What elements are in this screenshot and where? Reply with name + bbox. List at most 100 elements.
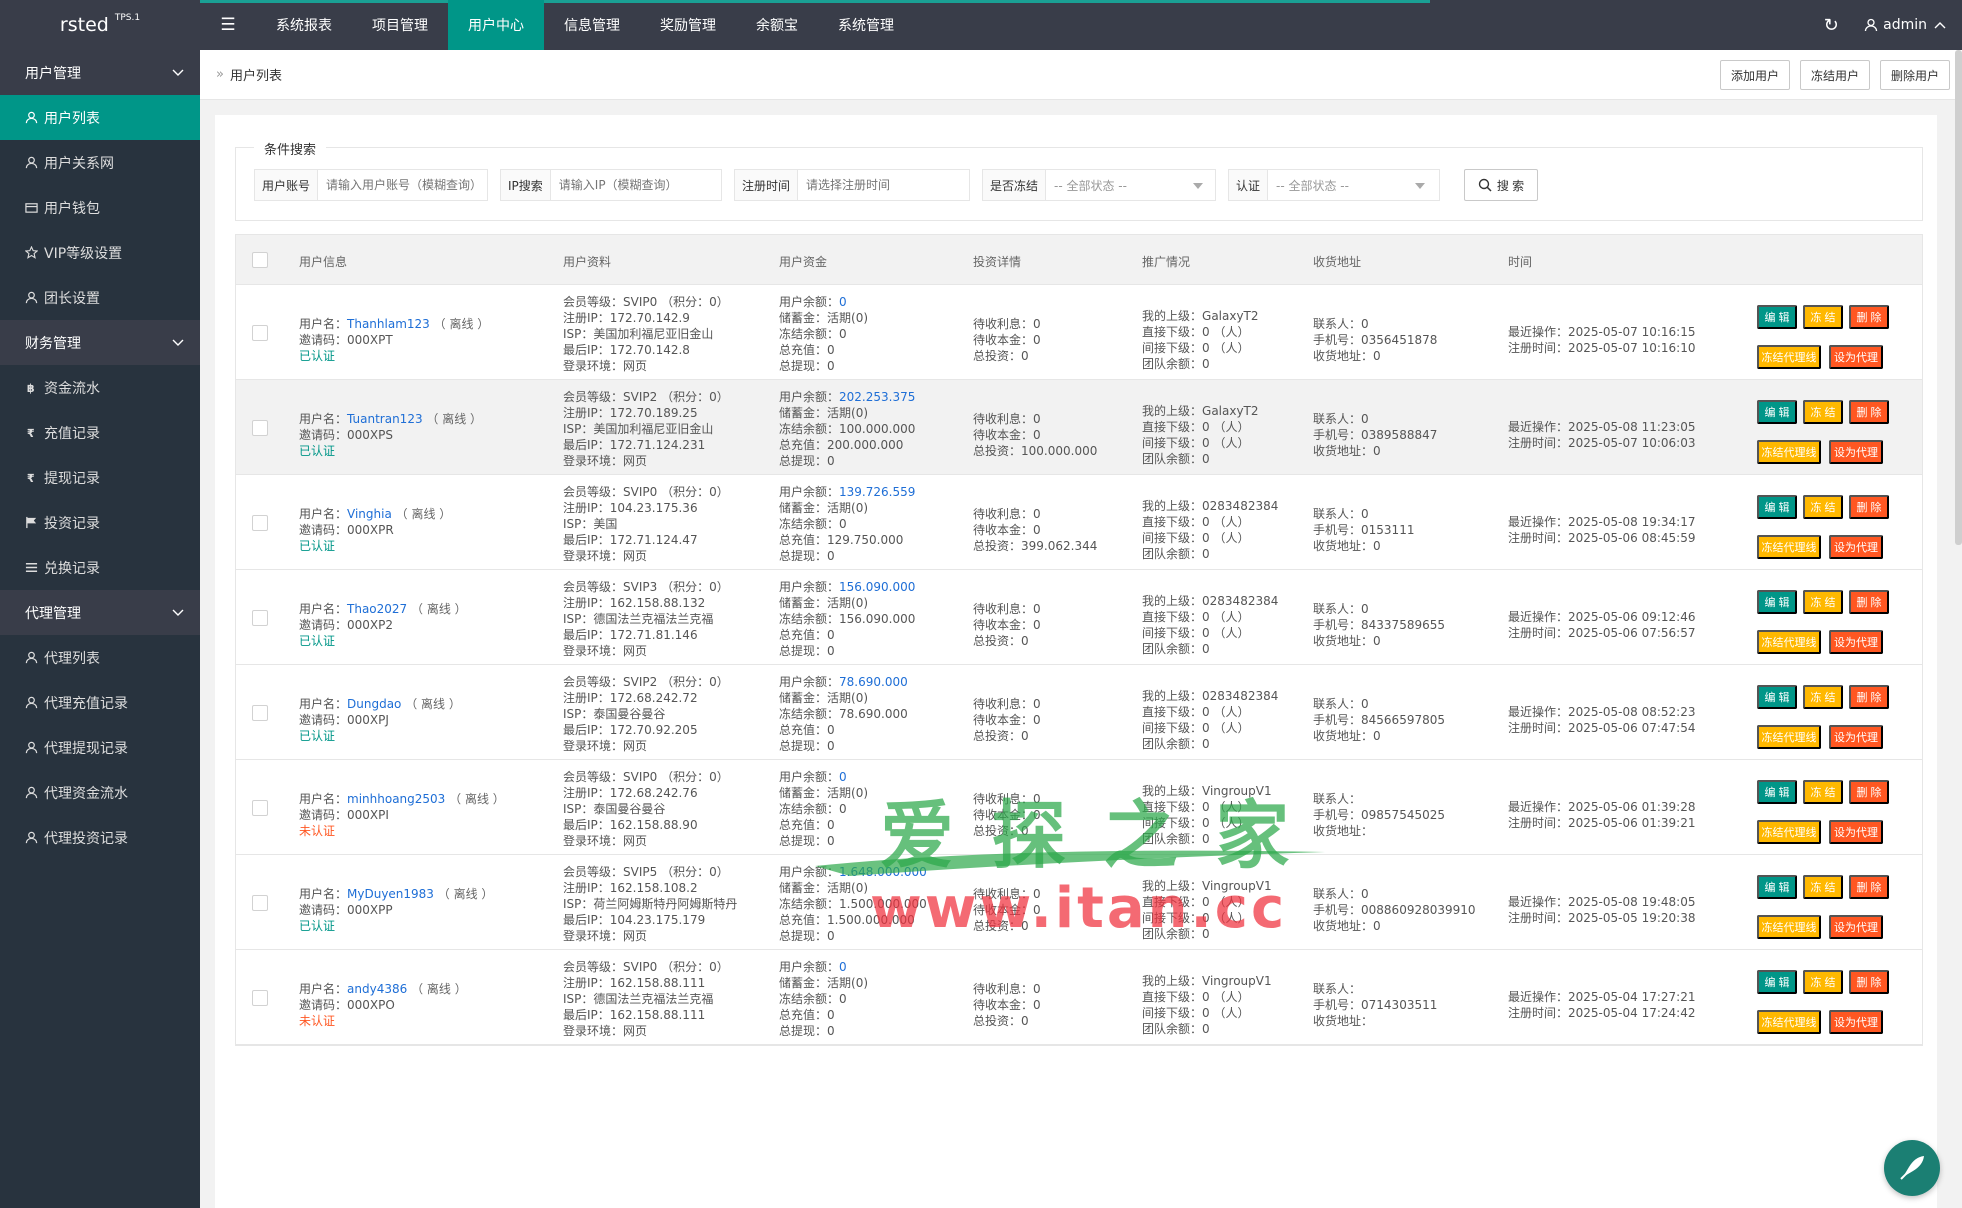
delete-button[interactable]: 删 除 xyxy=(1849,970,1889,994)
field-line: 待收利息：0 xyxy=(973,696,1041,712)
sidebar-item[interactable]: 代理列表 xyxy=(0,635,200,680)
set-agent-button[interactable]: 设为代理 xyxy=(1829,440,1883,464)
sidebar-item[interactable]: 团长设置 xyxy=(0,275,200,320)
add-user-button[interactable]: 添加用户 xyxy=(1719,60,1790,90)
edit-button[interactable]: 编 辑 xyxy=(1757,305,1797,329)
username-link[interactable]: Thao2027 xyxy=(347,602,407,616)
freeze-button[interactable]: 冻 结 xyxy=(1803,305,1843,329)
row-checkbox[interactable] xyxy=(252,800,268,816)
sidebar-item[interactable]: ₹ 提现记录 xyxy=(0,455,200,500)
username-link[interactable]: Thanhlam123 xyxy=(347,317,430,331)
edit-button[interactable]: 编 辑 xyxy=(1757,970,1797,994)
row-checkbox[interactable] xyxy=(252,610,268,626)
delete-button[interactable]: 删 除 xyxy=(1849,685,1889,709)
freeze-button[interactable]: 冻 结 xyxy=(1803,495,1843,519)
freeze-user-button[interactable]: 冻结用户 xyxy=(1799,60,1870,90)
username-link[interactable]: andy4386 xyxy=(347,982,407,996)
delete-button[interactable]: 删 除 xyxy=(1849,590,1889,614)
row-checkbox[interactable] xyxy=(252,705,268,721)
freeze-agent-line-button[interactable]: 冻结代理线 xyxy=(1757,535,1821,559)
admin-menu[interactable]: admin xyxy=(1856,0,1962,50)
freeze-button[interactable]: 冻 结 xyxy=(1803,970,1843,994)
freeze-agent-line-button[interactable]: 冻结代理线 xyxy=(1757,915,1821,939)
sidebar-item[interactable]: 代理资金流水 xyxy=(0,770,200,815)
freeze-agent-line-button[interactable]: 冻结代理线 xyxy=(1757,630,1821,654)
delete-button[interactable]: 删 除 xyxy=(1849,305,1889,329)
sidebar-item[interactable]: 代理充值记录 xyxy=(0,680,200,725)
delete-user-button[interactable]: 删除用户 xyxy=(1879,60,1950,90)
row-checkbox[interactable] xyxy=(252,325,268,341)
sidebar-item[interactable]: 代理投资记录 xyxy=(0,815,200,860)
set-agent-button[interactable]: 设为代理 xyxy=(1829,1010,1883,1034)
sidebar-item[interactable]: 代理提现记录 xyxy=(0,725,200,770)
edit-button[interactable]: 编 辑 xyxy=(1757,875,1797,899)
edit-button[interactable]: 编 辑 xyxy=(1757,400,1797,424)
top-nav-item[interactable]: 用户中心 xyxy=(448,0,544,50)
frozen-select[interactable]: -- 全部状态 -- xyxy=(1046,170,1213,200)
sidebar-item[interactable]: 用户列表 xyxy=(0,95,200,140)
delete-button[interactable]: 删 除 xyxy=(1849,780,1889,804)
field-value: 000XPO xyxy=(347,998,395,1012)
set-agent-button[interactable]: 设为代理 xyxy=(1829,915,1883,939)
freeze-button[interactable]: 冻 结 xyxy=(1803,780,1843,804)
edit-button[interactable]: 编 辑 xyxy=(1757,685,1797,709)
set-agent-button[interactable]: 设为代理 xyxy=(1829,345,1883,369)
refresh-icon[interactable]: ↻ xyxy=(1806,0,1856,50)
freeze-button[interactable]: 冻 结 xyxy=(1803,590,1843,614)
top-nav-item[interactable]: 项目管理 xyxy=(352,0,448,50)
freeze-agent-line-button[interactable]: 冻结代理线 xyxy=(1757,725,1821,749)
top-nav-item[interactable]: 奖励管理 xyxy=(640,0,736,50)
freeze-agent-line-button[interactable]: 冻结代理线 xyxy=(1757,820,1821,844)
freeze-button[interactable]: 冻 结 xyxy=(1803,400,1843,424)
freeze-agent-line-button[interactable]: 冻结代理线 xyxy=(1757,440,1821,464)
username-link[interactable]: Dungdao xyxy=(347,697,401,711)
search-button[interactable]: 搜 索 xyxy=(1464,169,1538,201)
freeze-button[interactable]: 冻 结 xyxy=(1803,685,1843,709)
select-all-checkbox[interactable] xyxy=(252,252,268,268)
sidebar-item[interactable]: ฿ 资金流水 xyxy=(0,365,200,410)
sidebar-item[interactable]: ₹ 充值记录 xyxy=(0,410,200,455)
freeze-agent-line-button[interactable]: 冻结代理线 xyxy=(1757,345,1821,369)
field-label: 登录环境： xyxy=(563,929,624,943)
scrollbar-thumb[interactable] xyxy=(1955,50,1962,545)
top-nav-item[interactable]: 系统报表 xyxy=(256,0,352,50)
edit-button[interactable]: 编 辑 xyxy=(1757,590,1797,614)
row-checkbox[interactable] xyxy=(252,515,268,531)
sidebar-group[interactable]: 代理管理 xyxy=(0,590,200,635)
delete-button[interactable]: 删 除 xyxy=(1849,495,1889,519)
sidebar-item[interactable]: 兑换记录 xyxy=(0,545,200,590)
sidebar-item[interactable]: VIP等级设置 xyxy=(0,230,200,275)
delete-button[interactable]: 删 除 xyxy=(1849,400,1889,424)
set-agent-button[interactable]: 设为代理 xyxy=(1829,535,1883,559)
username-link[interactable]: Tuantran123 xyxy=(347,412,423,426)
username-link[interactable]: MyDuyen1983 xyxy=(347,887,434,901)
sidebar-group[interactable]: 用户管理 xyxy=(0,50,200,95)
sidebar-item[interactable]: 用户关系网 xyxy=(0,140,200,185)
field-label: 邀请码： xyxy=(299,713,348,727)
row-checkbox[interactable] xyxy=(252,420,268,436)
row-checkbox[interactable] xyxy=(252,990,268,1006)
row-checkbox[interactable] xyxy=(252,895,268,911)
menu-toggle-icon[interactable]: ☰ xyxy=(200,0,256,50)
account-input[interactable] xyxy=(318,170,483,200)
floating-action-button[interactable] xyxy=(1884,1140,1940,1196)
username-link[interactable]: minhhoang2503 xyxy=(347,792,445,806)
top-nav-item[interactable]: 系统管理 xyxy=(818,0,914,50)
edit-button[interactable]: 编 辑 xyxy=(1757,495,1797,519)
regtime-input[interactable] xyxy=(798,170,963,200)
top-nav-item[interactable]: 信息管理 xyxy=(544,0,640,50)
sidebar-item[interactable]: 投资记录 xyxy=(0,500,200,545)
set-agent-button[interactable]: 设为代理 xyxy=(1829,630,1883,654)
delete-button[interactable]: 删 除 xyxy=(1849,875,1889,899)
sidebar-group[interactable]: 财务管理 xyxy=(0,320,200,365)
sidebar-item[interactable]: 用户钱包 xyxy=(0,185,200,230)
verify-select[interactable]: -- 全部状态 -- xyxy=(1268,170,1435,200)
ip-input[interactable] xyxy=(550,170,715,200)
edit-button[interactable]: 编 辑 xyxy=(1757,780,1797,804)
set-agent-button[interactable]: 设为代理 xyxy=(1829,820,1883,844)
freeze-agent-line-button[interactable]: 冻结代理线 xyxy=(1757,1010,1821,1034)
freeze-button[interactable]: 冻 结 xyxy=(1803,875,1843,899)
set-agent-button[interactable]: 设为代理 xyxy=(1829,725,1883,749)
username-link[interactable]: Vinghia xyxy=(347,507,392,521)
top-nav-item[interactable]: 余额宝 xyxy=(736,0,818,50)
